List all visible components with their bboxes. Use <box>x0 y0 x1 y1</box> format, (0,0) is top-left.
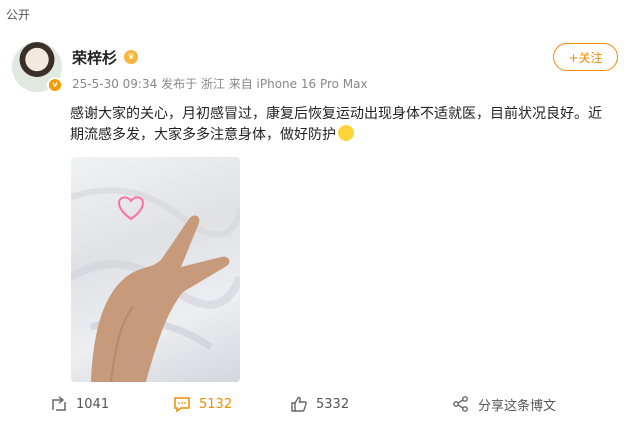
share-button[interactable]: 分享这条博文 <box>452 389 556 419</box>
like-icon <box>291 396 307 412</box>
mask-emoji-icon <box>338 125 354 141</box>
comment-icon <box>174 397 190 413</box>
follow-button[interactable]: +关注 <box>553 43 618 71</box>
comment-button[interactable]: 5132 <box>173 389 232 419</box>
avatar[interactable]: v <box>12 42 63 93</box>
share-icon <box>453 396 468 412</box>
repost-count: 1041 <box>76 396 110 412</box>
post-image[interactable] <box>71 157 240 382</box>
repost-button[interactable]: 1041 <box>50 389 109 419</box>
post-image-illustration <box>71 187 240 382</box>
comment-count: 5132 <box>199 396 233 412</box>
post-date[interactable]: 25-5-30 09:34 <box>72 77 157 91</box>
crown-icon: ♛ <box>124 50 138 64</box>
visibility-label: 公开 <box>6 8 31 22</box>
post-text: 感谢大家的关心，月初感冒过，康复后恢复运动出现身体不适就医，目前状况良好。近期流… <box>70 104 615 146</box>
repost-icon <box>52 396 66 411</box>
post-location: 发布于 浙江 <box>161 77 225 91</box>
post-meta: 25-5-30 09:34 发布于 浙江 来自 iPhone 16 Pro Ma… <box>72 75 368 92</box>
like-button[interactable]: 5332 <box>290 389 349 419</box>
verified-icon: v <box>47 77 63 93</box>
share-label: 分享这条博文 <box>478 398 557 414</box>
post-body: 感谢大家的关心，月初感冒过，康复后恢复运动出现身体不适就医，目前状况良好。近期流… <box>70 106 602 143</box>
post-device: 来自 iPhone 16 Pro Max <box>228 77 368 91</box>
username[interactable]: 荣梓杉 <box>72 47 117 68</box>
action-bar: 1041 5132 5332 分享这条博文 <box>0 389 640 419</box>
like-count: 5332 <box>316 396 350 412</box>
